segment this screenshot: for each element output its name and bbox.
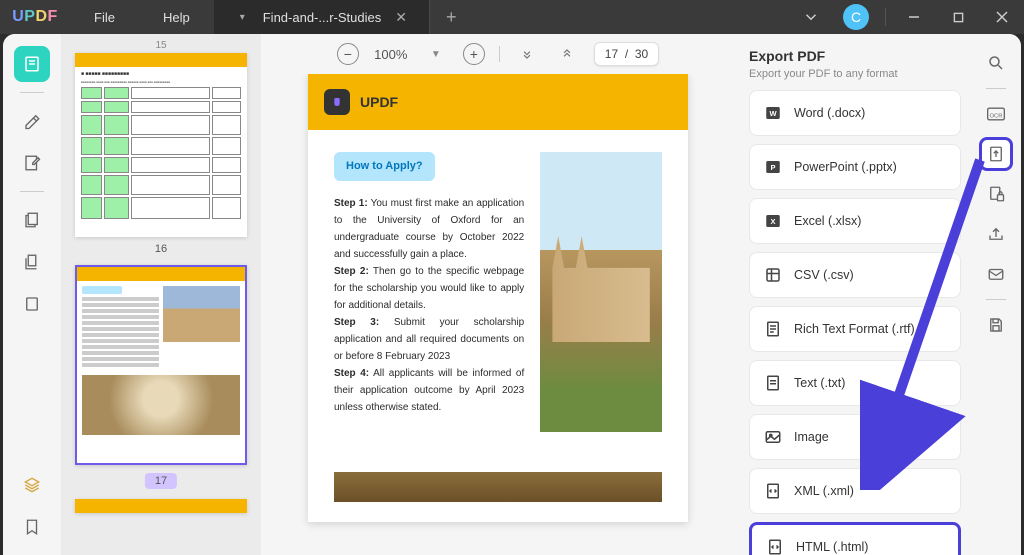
email-button[interactable] xyxy=(979,257,1013,291)
powerpoint-icon: P xyxy=(764,158,782,176)
secondary-image xyxy=(334,472,662,502)
thumbnail-18[interactable] xyxy=(75,499,247,513)
thumbnail-panel[interactable]: 15 ■ ■■■■■ ■■■■■■■■■ ■■■■■■■■ ■■■■ ■■■ ■… xyxy=(61,34,261,555)
layers-tool[interactable] xyxy=(14,286,50,322)
pages-tool[interactable] xyxy=(14,202,50,238)
menu-help[interactable]: Help xyxy=(139,0,214,34)
protect-button[interactable] xyxy=(979,177,1013,211)
export-excel[interactable]: X Excel (.xlsx) xyxy=(749,198,961,244)
excel-icon: X xyxy=(764,212,782,230)
svg-text:P: P xyxy=(770,163,775,172)
updf-logo-icon xyxy=(324,89,350,115)
svg-text:W: W xyxy=(769,109,777,118)
chevron-down-icon[interactable] xyxy=(789,0,833,34)
text-icon xyxy=(764,374,782,392)
export-image[interactable]: Image xyxy=(749,414,961,460)
tab-close-icon[interactable]: ✕ xyxy=(391,7,411,28)
left-toolbar xyxy=(3,34,61,555)
app-body: 15 ■ ■■■■■ ■■■■■■■■■ ■■■■■■■■ ■■■■ ■■■ ■… xyxy=(3,34,1021,555)
user-avatar[interactable]: C xyxy=(843,4,869,30)
export-powerpoint[interactable]: P PowerPoint (.pptx) xyxy=(749,144,961,190)
export-csv[interactable]: CSV (.csv) xyxy=(749,252,961,298)
word-icon: W xyxy=(764,104,782,122)
export-text[interactable]: Text (.txt) xyxy=(749,360,961,406)
export-xml[interactable]: XML (.xml) xyxy=(749,468,961,514)
svg-text:OCR: OCR xyxy=(990,113,1003,119)
crop-tool[interactable] xyxy=(14,244,50,280)
highlight-tool[interactable] xyxy=(14,103,50,139)
thumb-label-16: 16 xyxy=(75,243,247,255)
apply-heading: How to Apply? xyxy=(334,152,435,181)
right-toolbar: OCR xyxy=(971,34,1021,555)
export-word[interactable]: W Word (.docx) xyxy=(749,90,961,136)
thumbnails-tool[interactable] xyxy=(14,46,50,82)
pdf-page: UPDF How to Apply? Step 1: You must firs… xyxy=(308,74,688,522)
rtf-icon xyxy=(764,320,782,338)
export-panel: Export PDF Export your PDF to any format… xyxy=(735,34,971,555)
app-logo: UPDF xyxy=(0,8,70,26)
export-subtitle: Export your PDF to any format xyxy=(749,68,961,80)
ocr-button[interactable]: OCR xyxy=(979,97,1013,131)
view-toolbar: − 100% ▼ + 17 / 30 xyxy=(261,34,735,74)
tab-title: Find-and-...r-Studies xyxy=(263,10,382,25)
titlebar: UPDF File Help ▾ Find-and-...r-Studies ✕… xyxy=(0,0,1024,34)
minimize-button[interactable] xyxy=(892,0,936,34)
page-scroll-area[interactable]: UPDF How to Apply? Step 1: You must firs… xyxy=(261,74,735,555)
export-rtf[interactable]: Rich Text Format (.rtf) xyxy=(749,306,961,352)
scroll-down-icon[interactable] xyxy=(514,41,540,67)
new-tab-button[interactable]: + xyxy=(430,7,473,28)
page-logo-text: UPDF xyxy=(360,94,398,110)
save-button[interactable] xyxy=(979,308,1013,342)
oxford-image xyxy=(540,152,662,432)
thumbnail-17-active[interactable] xyxy=(75,265,247,465)
thumb-label-17: 17 xyxy=(145,473,177,489)
xml-icon xyxy=(764,482,782,500)
bookmark-tool[interactable] xyxy=(14,509,50,545)
export-title: Export PDF xyxy=(749,48,961,64)
zoom-in-button[interactable]: + xyxy=(463,43,485,65)
svg-text:X: X xyxy=(770,217,775,226)
tab-dropdown-icon[interactable]: ▾ xyxy=(232,12,253,23)
zoom-out-button[interactable]: − xyxy=(337,43,359,65)
thumb-label-15: 15 xyxy=(75,40,247,51)
document-tab[interactable]: ▾ Find-and-...r-Studies ✕ xyxy=(214,0,430,34)
html-icon xyxy=(766,538,784,555)
search-button[interactable] xyxy=(979,46,1013,80)
maximize-button[interactable] xyxy=(936,0,980,34)
export-button-active[interactable] xyxy=(979,137,1013,171)
share-button[interactable] xyxy=(979,217,1013,251)
zoom-dropdown-icon[interactable]: ▼ xyxy=(423,41,449,67)
edit-tool[interactable] xyxy=(14,145,50,181)
zoom-level: 100% xyxy=(373,47,409,62)
export-html[interactable]: HTML (.html) xyxy=(749,522,961,555)
thumbnail-16[interactable]: ■ ■■■■■ ■■■■■■■■■ ■■■■■■■■ ■■■■ ■■■ ■■■■… xyxy=(75,53,247,237)
image-icon xyxy=(764,428,782,446)
page-number-input[interactable]: 17 / 30 xyxy=(594,42,659,66)
csv-icon xyxy=(764,266,782,284)
menu-file[interactable]: File xyxy=(70,0,139,34)
stack-tool[interactable] xyxy=(14,467,50,503)
document-view: − 100% ▼ + 17 / 30 UPDF xyxy=(261,34,735,555)
scroll-up-icon[interactable] xyxy=(554,41,580,67)
close-button[interactable] xyxy=(980,0,1024,34)
